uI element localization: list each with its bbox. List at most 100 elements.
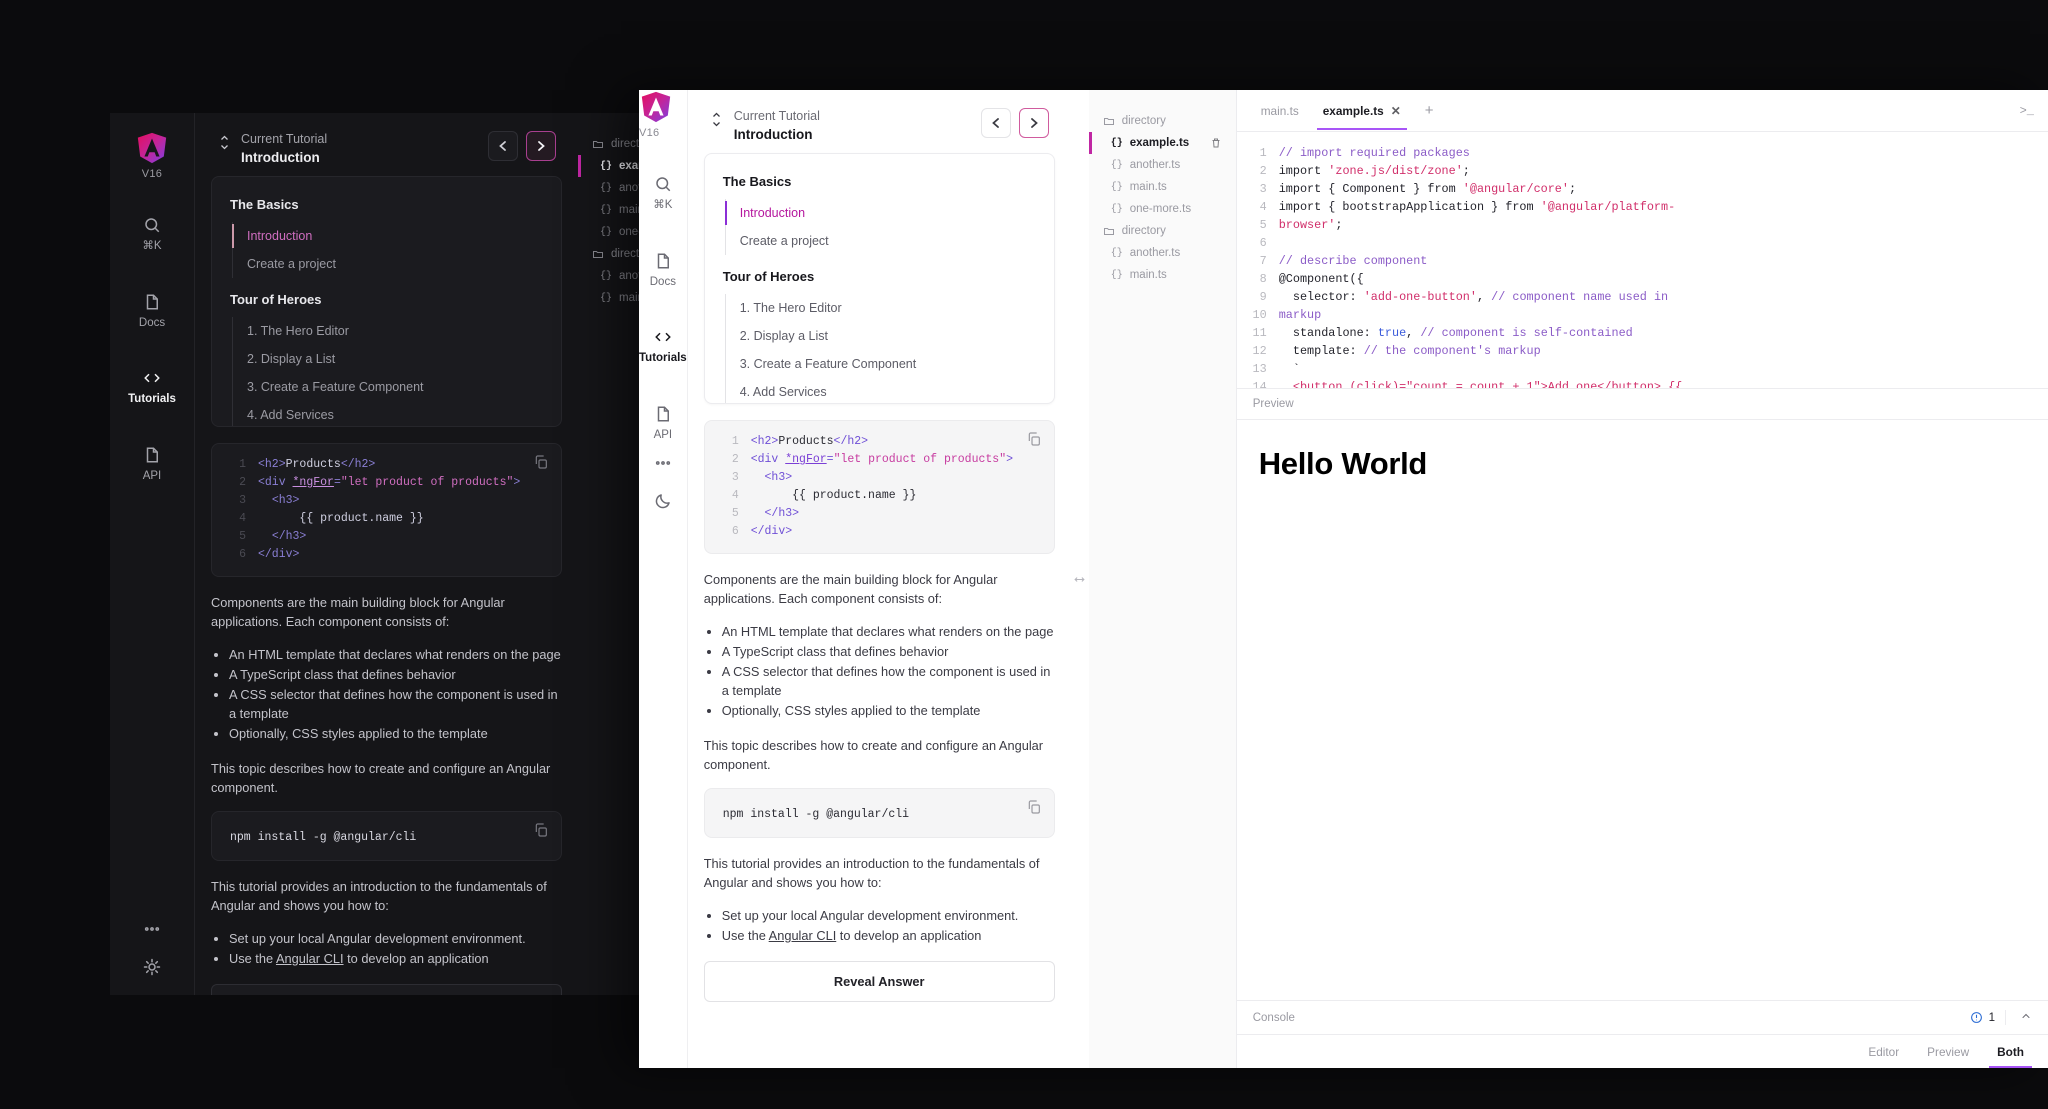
- list-item: A TypeScript class that defines behavior: [229, 665, 562, 684]
- line-number: 11: [1243, 324, 1267, 342]
- tutorial-bullets: Set up your local Angular development en…: [211, 929, 562, 968]
- mode-tab-editor[interactable]: Editor: [1854, 1036, 1913, 1068]
- mode-tab-preview[interactable]: Preview: [1913, 1036, 1983, 1068]
- angular-cli-link[interactable]: Angular CLI: [769, 928, 837, 943]
- angular-logo[interactable]: [639, 90, 673, 124]
- sun-icon[interactable]: [142, 957, 162, 977]
- sidebar-item-label: Tutorials: [128, 394, 176, 406]
- angular-logo[interactable]: [135, 131, 169, 165]
- toc-item-add-services[interactable]: 4. Add Services: [233, 401, 543, 427]
- file-tree-row[interactable]: {}another.ts: [1097, 242, 1228, 264]
- file-tree-row[interactable]: directory: [1097, 110, 1228, 132]
- line-content: import 'zone.js/dist/zone';: [1279, 162, 1470, 180]
- toc-item-display-a-list[interactable]: 2. Display a List: [233, 345, 543, 373]
- line-content: standalone: true, // component is self-c…: [1279, 324, 1633, 342]
- line-number: 1: [719, 433, 739, 451]
- html-code-sample: 1<h2>Products</h2>2<div *ngFor="let prod…: [704, 420, 1055, 554]
- chevron-updown-icon[interactable]: [217, 135, 231, 150]
- preview-area-light: Hello World: [1237, 420, 2048, 1000]
- close-icon[interactable]: ✕: [1391, 104, 1401, 118]
- delete-icon[interactable]: [1210, 137, 1222, 149]
- chevron-updown-icon[interactable]: [710, 112, 724, 127]
- code-line: 2<div *ngFor="let product of products">: [719, 451, 1040, 469]
- tutorial-content-dark: 1<h2>Products</h2>2<div *ngFor="let prod…: [195, 427, 578, 995]
- file-code-icon: {}: [1111, 159, 1123, 171]
- line-number: 12: [1243, 342, 1267, 360]
- toc-item-create-feature-component[interactable]: 3. Create a Feature Component: [233, 373, 543, 401]
- previous-step-button[interactable]: [488, 131, 518, 161]
- line-content: <h3>: [258, 492, 299, 510]
- line-content: [1279, 234, 1286, 252]
- code-line: 6: [1243, 234, 2034, 252]
- sidebar-item-tutorials[interactable]: Tutorials: [110, 355, 194, 418]
- editor-tab-main[interactable]: main.ts: [1251, 92, 1309, 129]
- sidebar-item-api[interactable]: API: [110, 432, 194, 495]
- toc-group-list: Introduction Create a project: [725, 199, 1036, 255]
- sidebar-item-docs[interactable]: Docs: [110, 279, 194, 342]
- toc-item-hero-editor[interactable]: 1. The Hero Editor: [233, 317, 543, 345]
- error-count: 1: [1989, 1012, 1995, 1024]
- line-content: import { Component } from '@angular/core…: [1279, 180, 1576, 198]
- code-line: 6</div>: [226, 546, 547, 564]
- next-step-button[interactable]: [1019, 108, 1049, 138]
- toc-item-introduction[interactable]: Introduction: [233, 222, 543, 250]
- mode-tab-both[interactable]: Both: [1983, 1036, 2038, 1068]
- sidebar-bottom-actions: [142, 919, 162, 995]
- editor-code-light[interactable]: 1// import required packages2import 'zon…: [1237, 132, 2048, 388]
- editor-tabs-light: main.ts example.ts ✕ + >_: [1237, 90, 2048, 132]
- terminal-toggle-button[interactable]: >_: [2020, 104, 2034, 118]
- file-code-icon: {}: [600, 292, 612, 304]
- code-line: 14 <button (click)="count = count + 1">A…: [1243, 378, 2034, 388]
- toc-item-display-a-list[interactable]: 2. Display a List: [726, 322, 1036, 350]
- add-tab-button[interactable]: +: [1415, 102, 1444, 119]
- sidebar-item-search[interactable]: ⌘K: [639, 161, 687, 224]
- previous-step-button[interactable]: [981, 108, 1011, 138]
- toc-item-add-services[interactable]: 4. Add Services: [726, 378, 1036, 404]
- sidebar-item-search[interactable]: ⌘K: [110, 202, 194, 265]
- install-command-block: npm install -g @angular/cli: [704, 788, 1055, 838]
- toc-group-title: Tour of Heroes: [230, 292, 543, 307]
- code-line: 3import { Component } from '@angular/cor…: [1243, 180, 2034, 198]
- reveal-answer-button[interactable]: Reveal Answer: [704, 961, 1055, 1002]
- file-tree-label: main.ts: [1130, 269, 1167, 281]
- ellipsis-icon[interactable]: [653, 453, 673, 473]
- list-item: A CSS selector that defines how the comp…: [229, 685, 562, 723]
- next-step-button[interactable]: [526, 131, 556, 161]
- folder-icon: [592, 138, 604, 150]
- line-content: </h3>: [751, 505, 799, 523]
- angular-cli-link[interactable]: Angular CLI: [276, 951, 344, 966]
- file-tree-row[interactable]: directory: [1097, 220, 1228, 242]
- pane-resize-handle[interactable]: [1071, 90, 1089, 1068]
- copy-icon[interactable]: [1026, 431, 1042, 447]
- toc-item-introduction[interactable]: Introduction: [726, 199, 1036, 227]
- mode-bar-light: EditorPreviewBoth: [1237, 1034, 2048, 1068]
- sidebar-item-label: API: [143, 471, 162, 483]
- moon-icon[interactable]: [653, 491, 673, 511]
- ellipsis-icon[interactable]: [142, 919, 162, 939]
- toc-item-hero-editor[interactable]: 1. The Hero Editor: [726, 294, 1036, 322]
- toc-item-create-feature-component[interactable]: 3. Create a Feature Component: [726, 350, 1036, 378]
- toc-item-create-a-project[interactable]: Create a project: [233, 250, 543, 278]
- line-number: 3: [226, 492, 246, 510]
- copy-icon[interactable]: [1026, 799, 1042, 815]
- chevron-up-icon[interactable]: [2005, 1010, 2032, 1025]
- editor-tab-example[interactable]: example.ts ✕: [1313, 92, 1411, 129]
- sidebar-item-docs[interactable]: Docs: [639, 238, 687, 301]
- error-count-badge[interactable]: 1: [1970, 1011, 1995, 1024]
- file-tree-row[interactable]: {}main.ts: [1097, 176, 1228, 198]
- sidebar-item-tutorials[interactable]: Tutorials: [639, 314, 687, 377]
- file-tree-row[interactable]: {}another.ts: [1097, 154, 1228, 176]
- line-number: 4: [226, 510, 246, 528]
- toc-item-create-a-project[interactable]: Create a project: [726, 227, 1036, 255]
- copy-icon[interactable]: [533, 822, 549, 838]
- code-line: 5 </h3>: [226, 528, 547, 546]
- file-tree-row[interactable]: {}one-more.ts: [1097, 198, 1228, 220]
- sidebar-item-api[interactable]: API: [639, 391, 687, 454]
- tutorial-kicker: Current Tutorial: [241, 131, 478, 147]
- reveal-answer-button[interactable]: Reveal Answer: [211, 984, 562, 995]
- copy-icon[interactable]: [533, 454, 549, 470]
- file-tree-row[interactable]: {}example.ts: [1097, 132, 1228, 154]
- primary-sidebar-light: V16 ⌘K Docs Tutorials: [639, 90, 688, 1068]
- sidebar-bottom-actions: [639, 453, 687, 529]
- file-tree-row[interactable]: {}main.ts: [1097, 264, 1228, 286]
